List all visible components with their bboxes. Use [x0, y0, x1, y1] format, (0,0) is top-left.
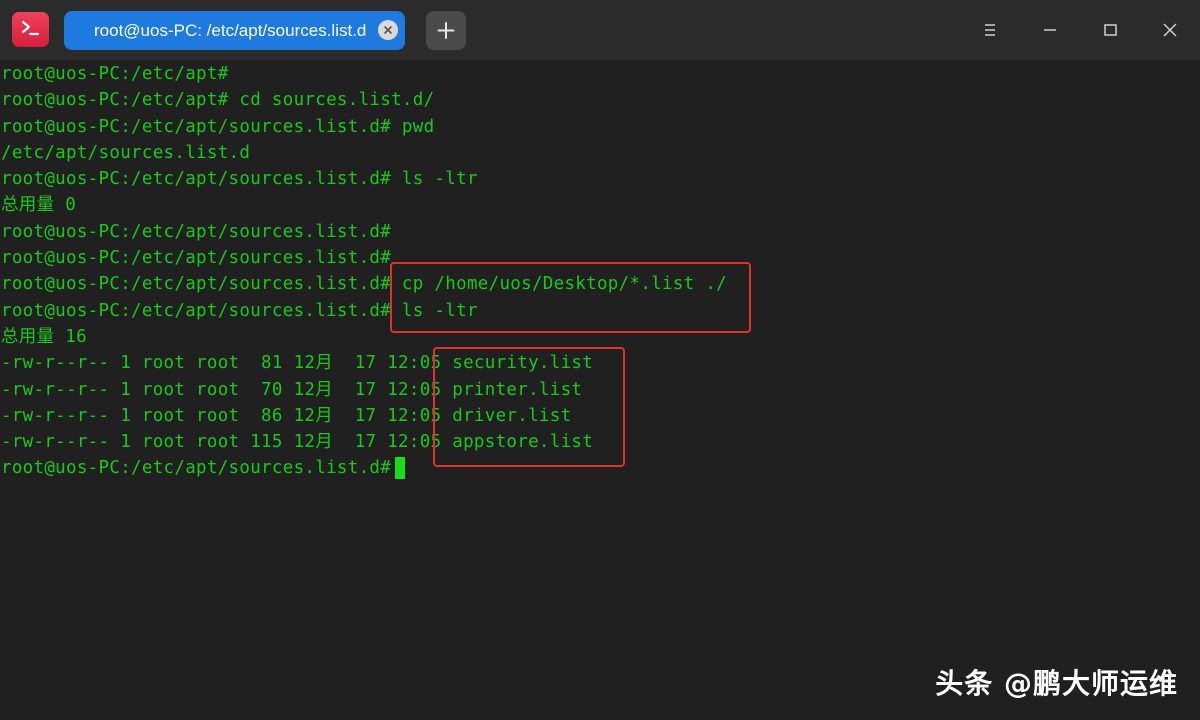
- line-prompt: -rw-r--r-- 1 root root 81 12月 17 12:05: [1, 353, 442, 374]
- line-prompt: root@uos-PC:/etc/apt/sources.list.d#: [1, 169, 392, 190]
- highlight-box-commands: [390, 262, 751, 333]
- line-prompt: /etc/apt/sources.list.d: [1, 142, 251, 163]
- line-prompt: root@uos-PC:/etc/apt/sources.list.d#: [1, 458, 392, 479]
- line-prompt: root@uos-PC:/etc/apt/sources.list.d#: [1, 248, 392, 269]
- terminal-line: root@uos-PC:/etc/apt/sources.list.d# pwd: [1, 114, 727, 140]
- line-prompt: -rw-r--r-- 1 root root 70 12月 17 12:05: [1, 379, 442, 400]
- terminal-output[interactable]: root@uos-PC:/etc/apt# root@uos-PC:/etc/a…: [0, 60, 1200, 720]
- terminal-line: root@uos-PC:/etc/apt#: [1, 61, 727, 87]
- close-button[interactable]: [1156, 16, 1184, 44]
- maximize-icon: [1104, 24, 1117, 36]
- watermark: 头条 @鹏大师运维: [935, 667, 1178, 700]
- maximize-button[interactable]: [1096, 16, 1124, 44]
- line-prompt: root@uos-PC:/etc/apt/sources.list.d#: [1, 274, 392, 295]
- title-bar: root@uos-PC: /etc/apt/sources.list.d: [0, 0, 1200, 60]
- line-prompt: 总用量 16: [1, 326, 87, 347]
- highlight-box-files: [433, 347, 625, 467]
- text-cursor: [395, 457, 406, 480]
- line-prompt: root@uos-PC:/etc/apt/sources.list.d#: [1, 300, 392, 321]
- line-prompt: root@uos-PC:/etc/apt#: [1, 64, 229, 84]
- line-prompt: root@uos-PC:/etc/apt/sources.list.d#: [1, 221, 392, 242]
- new-tab-button[interactable]: [426, 11, 466, 50]
- tab-close-icon[interactable]: [378, 20, 398, 40]
- terminal-line: root@uos-PC:/etc/apt/sources.list.d#: [1, 219, 727, 245]
- line-prompt: root@uos-PC:/etc/apt/sources.list.d#: [1, 116, 392, 137]
- terminal-line: root@uos-PC:/etc/apt# cd sources.list.d/: [1, 87, 727, 113]
- line-prompt: 总用量 0: [1, 195, 77, 216]
- line-command: ls -ltr: [391, 169, 478, 190]
- line-prompt: -rw-r--r-- 1 root root 86 12月 17 12:05: [1, 405, 442, 426]
- close-icon: [1163, 23, 1177, 37]
- terminal-line: 总用量 0: [1, 192, 727, 218]
- terminal-line: /etc/apt/sources.list.d: [1, 140, 727, 166]
- minimize-button[interactable]: [1036, 16, 1064, 44]
- line-command: cd sources.list.d/: [228, 90, 435, 111]
- line-command: pwd: [391, 116, 435, 137]
- minimize-icon: [1044, 29, 1056, 31]
- tab-terminal[interactable]: root@uos-PC: /etc/apt/sources.list.d: [64, 11, 405, 50]
- line-prompt: -rw-r--r-- 1 root root 115 12月 17 12:05: [1, 432, 442, 453]
- terminal-window: root@uos-PC: /etc/apt/sources.list.d roo…: [0, 0, 1200, 720]
- plus-icon: [437, 22, 455, 39]
- hamburger-menu-icon: [985, 24, 995, 36]
- tab-title: root@uos-PC: /etc/apt/sources.list.d: [94, 21, 367, 40]
- menu-button[interactable]: [976, 16, 1004, 44]
- line-prompt: root@uos-PC:/etc/apt#: [1, 90, 229, 111]
- terminal-line: root@uos-PC:/etc/apt/sources.list.d# ls …: [1, 166, 727, 192]
- terminal-app-icon[interactable]: [12, 12, 49, 47]
